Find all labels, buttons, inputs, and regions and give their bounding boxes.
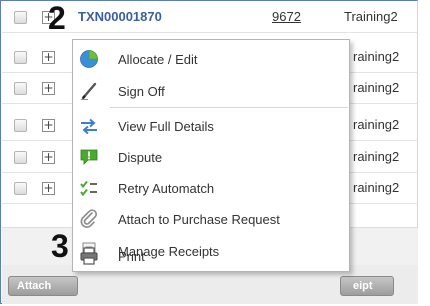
step-callout: 2 bbox=[48, 0, 66, 36]
row-checkbox[interactable] bbox=[14, 119, 27, 132]
context-menu: Allocate / Edit Sign Off View Full Detai… bbox=[72, 39, 350, 272]
menu-item-label: Print bbox=[118, 249, 145, 264]
row-checkbox[interactable] bbox=[14, 51, 27, 64]
step-callout: 3 bbox=[51, 228, 69, 264]
category-cell: raining2 bbox=[353, 149, 400, 164]
category-cell: raining2 bbox=[353, 49, 400, 64]
menu-item-label: Sign Off bbox=[118, 84, 165, 99]
menu-item-label: Attach to Purchase Request bbox=[118, 212, 280, 227]
pie-chart-icon bbox=[80, 50, 98, 68]
menu-separator bbox=[110, 107, 348, 108]
printer-icon bbox=[80, 247, 98, 265]
menu-item-allocate-edit[interactable]: Allocate / Edit bbox=[73, 43, 349, 75]
expand-icon[interactable]: + bbox=[42, 82, 55, 95]
menu-item-label: View Full Details bbox=[118, 119, 214, 134]
attach-button[interactable]: Attach bbox=[8, 276, 78, 296]
menu-item-attach-to-purchase-request[interactable]: Attach to Purchase Request bbox=[73, 203, 349, 235]
swap-arrows-icon bbox=[81, 118, 97, 135]
speech-bubble-alert-icon bbox=[80, 149, 98, 165]
transaction-number-link[interactable]: 9672 bbox=[272, 9, 301, 24]
checklist-icon bbox=[80, 180, 97, 197]
row-checkbox[interactable] bbox=[14, 151, 27, 164]
menu-item-view-full-details[interactable]: View Full Details bbox=[73, 110, 349, 142]
paperclip-icon bbox=[80, 209, 97, 228]
menu-item-label: Dispute bbox=[118, 150, 163, 165]
menu-item-print[interactable]: Print bbox=[73, 240, 349, 272]
pen-icon bbox=[81, 82, 97, 100]
menu-item-retry-automatch[interactable]: Retry Automatch bbox=[73, 172, 349, 204]
row-checkbox[interactable] bbox=[14, 82, 27, 95]
expand-icon[interactable]: + bbox=[42, 182, 55, 195]
row-checkbox[interactable] bbox=[14, 182, 27, 195]
menu-item-sign-off[interactable]: Sign Off bbox=[73, 75, 349, 107]
category-cell: raining2 bbox=[353, 117, 400, 132]
expand-icon[interactable]: + bbox=[42, 119, 55, 132]
category-cell: raining2 bbox=[353, 180, 400, 195]
menu-item-label: Allocate / Edit bbox=[118, 52, 198, 67]
menu-item-dispute[interactable]: Dispute bbox=[73, 141, 349, 173]
receipt-button[interactable]: eipt bbox=[340, 276, 394, 296]
category-cell: raining2 bbox=[353, 80, 400, 95]
category-cell: Training2 bbox=[344, 9, 398, 24]
menu-item-label: Retry Automatch bbox=[118, 181, 215, 196]
expand-icon[interactable]: + bbox=[42, 151, 55, 164]
row-checkbox[interactable] bbox=[14, 11, 27, 24]
transaction-id[interactable]: TXN00001870 bbox=[78, 9, 162, 24]
expand-icon[interactable]: + bbox=[42, 51, 55, 64]
